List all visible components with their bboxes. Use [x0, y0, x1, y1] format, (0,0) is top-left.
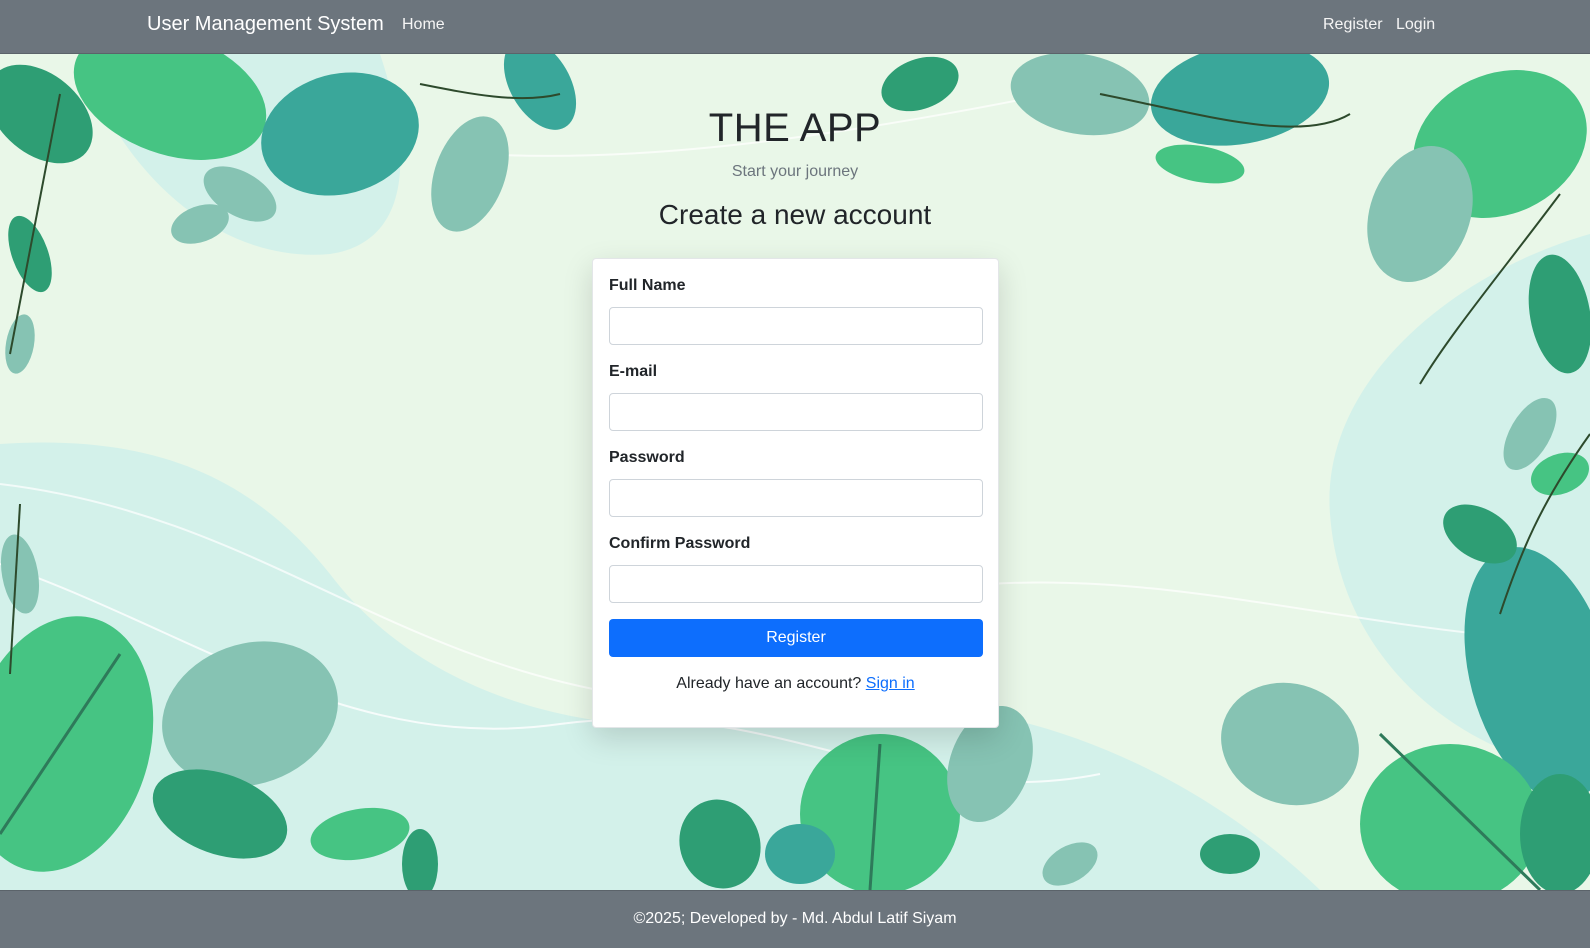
- signin-row: Already have an account? Sign in: [593, 675, 998, 693]
- registration-card: Full Name E-mail Password Confirm Passwo…: [592, 258, 999, 728]
- form-heading: Create a new account: [658, 199, 932, 230]
- nav-register-link[interactable]: Register: [1323, 16, 1383, 34]
- confirm-password-input[interactable]: [609, 565, 983, 603]
- nav-login-link[interactable]: Login: [1396, 16, 1435, 34]
- register-button[interactable]: Register: [609, 619, 983, 657]
- email-input[interactable]: [609, 393, 983, 431]
- signin-prompt: Already have an account?: [676, 675, 862, 692]
- confirm-password-label: Confirm Password: [609, 535, 751, 552]
- full-name-label: Full Name: [609, 277, 686, 294]
- brand-link[interactable]: User Management System: [147, 13, 384, 36]
- page-footer: ©2025; Developed by - Md. Abdul Latif Si…: [0, 890, 1590, 948]
- signin-link[interactable]: Sign in: [866, 675, 915, 692]
- password-input[interactable]: [609, 479, 983, 517]
- password-label: Password: [609, 449, 685, 466]
- nav-home-link[interactable]: Home: [402, 16, 445, 34]
- full-name-input[interactable]: [609, 307, 983, 345]
- app-title: THE APP: [708, 106, 882, 150]
- top-navbar: User Management System Home Register Log…: [0, 0, 1590, 54]
- register-page: User Management System Home Register Log…: [0, 0, 1590, 948]
- footer-text: ©2025; Developed by - Md. Abdul Latif Si…: [633, 910, 957, 927]
- email-label: E-mail: [609, 363, 658, 380]
- app-subtitle: Start your journey: [731, 163, 859, 180]
